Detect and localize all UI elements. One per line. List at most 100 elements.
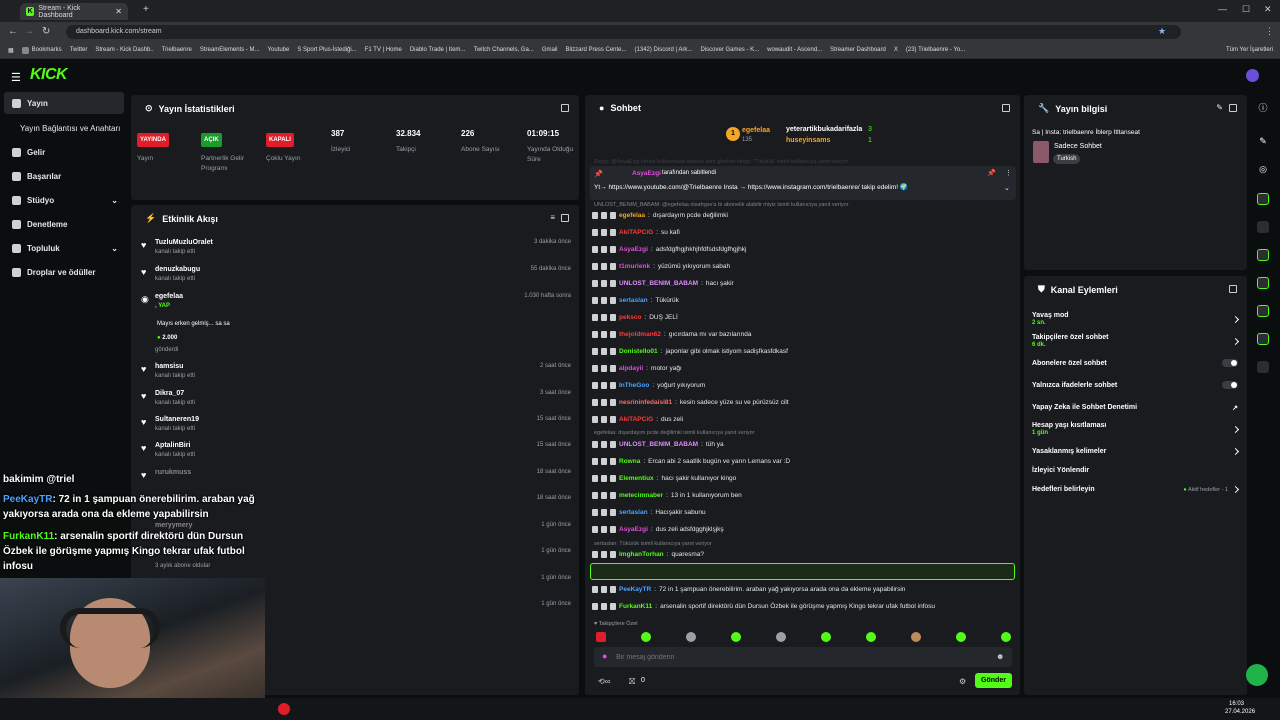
popout-icon[interactable]: [1229, 104, 1237, 112]
action-followers-only[interactable]: Takipçilere özel sohbet 6 dk.: [1032, 334, 1240, 348]
support-chat-icon[interactable]: [1246, 664, 1268, 686]
broadcast-icon[interactable]: [1257, 277, 1269, 289]
emotes-only-toggle[interactable]: [1222, 381, 1238, 389]
mod-badge-icon[interactable]: [610, 228, 616, 236]
top-supporter-name[interactable]: egefelaa: [742, 127, 770, 134]
mod-badge-icon[interactable]: [610, 347, 616, 355]
emoji-picker-icon[interactable]: ☻: [996, 652, 1004, 661]
bookmark-item[interactable]: Trielbaenre: [162, 47, 192, 53]
bookmark-item[interactable]: Blizzard Press Cente...: [565, 47, 626, 53]
camera-icon[interactable]: ◎: [1257, 164, 1269, 176]
chat-username[interactable]: t1murlenk: [619, 263, 650, 270]
mod-badge-icon[interactable]: [610, 313, 616, 321]
mod-badge-icon[interactable]: [610, 211, 616, 219]
pin-icon[interactable]: [592, 262, 598, 270]
bookmark-item[interactable]: (23) Trielbaenre - Yo...: [906, 47, 965, 53]
chat-settings-gear-icon[interactable]: ⚙: [959, 677, 966, 686]
timeout-icon[interactable]: [601, 585, 607, 593]
pin-icon[interactable]: [592, 440, 598, 448]
activity-user[interactable]: Dikra_07: [155, 390, 184, 397]
bookmark-item[interactable]: Gmail: [542, 47, 558, 53]
edit-pencil-icon[interactable]: ✎: [1216, 103, 1223, 112]
maximize-icon[interactable]: ☐: [1242, 4, 1250, 15]
timeout-icon[interactable]: [601, 440, 607, 448]
activity-user[interactable]: egefelaa: [155, 293, 183, 300]
timeout-icon[interactable]: [601, 347, 607, 355]
sidebar-item-yayin[interactable]: Yayın: [4, 92, 124, 114]
pin-icon[interactable]: [592, 347, 598, 355]
bookmark-item[interactable]: X: [894, 47, 898, 53]
timeout-icon[interactable]: [601, 279, 607, 287]
pin-icon[interactable]: [592, 211, 598, 219]
timeout-icon[interactable]: [601, 228, 607, 236]
bookmark-item[interactable]: StreamElements - M...: [200, 47, 260, 53]
pin-icon[interactable]: [592, 228, 598, 236]
reload-icon[interactable]: ↻: [42, 26, 50, 37]
popout-icon[interactable]: [561, 104, 569, 112]
chat-username[interactable]: AkiTAPCiG: [619, 416, 653, 423]
timeout-icon[interactable]: [601, 457, 607, 465]
activity-user[interactable]: TuzluMuzluOralet: [155, 239, 213, 246]
timeout-icon[interactable]: [601, 525, 607, 533]
sidebar-item-denetleme[interactable]: Denetleme: [4, 213, 124, 235]
lightning-icon[interactable]: [1257, 193, 1269, 205]
mod-badge-icon[interactable]: [610, 330, 616, 338]
pin-icon[interactable]: [592, 491, 598, 499]
more-options-icon[interactable]: ⋮: [1005, 169, 1012, 177]
close-tab-icon[interactable]: ✕: [115, 7, 122, 16]
send-button[interactable]: Gönder: [975, 673, 1012, 688]
action-host[interactable]: İzleyici Yönlendir: [1032, 467, 1238, 474]
unpin-icon[interactable]: 📌: [987, 169, 996, 177]
timeout-icon[interactable]: [601, 330, 607, 338]
mod-badge-icon[interactable]: [610, 585, 616, 593]
timeout-icon[interactable]: [601, 550, 607, 558]
sidebar-item-gelir[interactable]: Gelir: [4, 141, 124, 163]
window-close-icon[interactable]: ✕: [1264, 4, 1272, 15]
bookmark-item[interactable]: Stream - Kick Dashb..: [95, 47, 153, 53]
mod-badge-icon[interactable]: [610, 279, 616, 287]
points-icon[interactable]: ⟲∞: [598, 677, 610, 686]
popout-icon[interactable]: [1002, 104, 1010, 112]
timeout-icon[interactable]: [601, 262, 607, 270]
action-banned-words[interactable]: Yasaklanmış kelimeler: [1032, 447, 1240, 456]
kick-logo[interactable]: KICK: [30, 66, 68, 84]
pin-icon[interactable]: [592, 457, 598, 465]
top-supporter-name[interactable]: yeterartikbukadarifazla: [786, 126, 862, 133]
chat-input[interactable]: [616, 650, 986, 664]
bookmark-item[interactable]: Diablo Trade | Item...: [410, 47, 466, 53]
timeout-icon[interactable]: [601, 508, 607, 516]
action-slow-mode[interactable]: Yavaş mod 2 sn.: [1032, 312, 1240, 326]
chat-username[interactable]: Elementiux: [619, 475, 654, 482]
app-icon[interactable]: [278, 703, 290, 715]
subscribers-only-toggle[interactable]: [1222, 359, 1238, 367]
bookmark-item[interactable]: F1 TV | Home: [365, 47, 402, 53]
sidebar-item-studyo[interactable]: Stüdyo ⌄: [4, 189, 124, 211]
emote-icon[interactable]: [686, 632, 696, 642]
microphone-icon[interactable]: ●: [602, 651, 607, 661]
sidebar-item-topluluk[interactable]: Topluluk ⌄: [4, 237, 124, 259]
back-icon[interactable]: ←: [8, 26, 18, 37]
emote-icon[interactable]: [911, 632, 921, 642]
pin-icon[interactable]: [592, 585, 598, 593]
activity-user[interactable]: Sultaneren19: [155, 416, 199, 423]
mod-badge-icon[interactable]: [610, 364, 616, 372]
sidebar-item-basarilar[interactable]: Başarılar: [4, 165, 124, 187]
wrench-icon[interactable]: [1257, 333, 1269, 345]
timeout-icon[interactable]: [601, 245, 607, 253]
pin-icon[interactable]: [592, 550, 598, 558]
chat-username[interactable]: AkiTAPCiG: [619, 229, 653, 236]
chat-username[interactable]: Donistello01: [619, 348, 658, 355]
sidebar-item-stream-key[interactable]: Yayın Bağlantısı ve Anahtarı: [4, 117, 124, 139]
pin-icon[interactable]: [592, 508, 598, 516]
pin-icon[interactable]: [592, 381, 598, 389]
bookmark-item[interactable]: Discover Games - K...: [700, 47, 759, 53]
bookmark-item[interactable]: (1342) Discord | Ark...: [635, 47, 693, 53]
chat-username[interactable]: thejoldman62: [619, 331, 661, 338]
chat-username[interactable]: AsyaEzgi: [619, 246, 648, 253]
bookmark-item[interactable]: Bookmarks: [21, 46, 62, 54]
chat-icon[interactable]: [1257, 249, 1269, 261]
mod-badge-icon[interactable]: [610, 474, 616, 482]
filter-icon[interactable]: ≡: [550, 213, 555, 222]
chat-username[interactable]: PeeKayTR: [619, 586, 651, 593]
action-ai-moderation[interactable]: Yapay Zeka ile Sohbet Denetimi ↗: [1032, 404, 1238, 412]
